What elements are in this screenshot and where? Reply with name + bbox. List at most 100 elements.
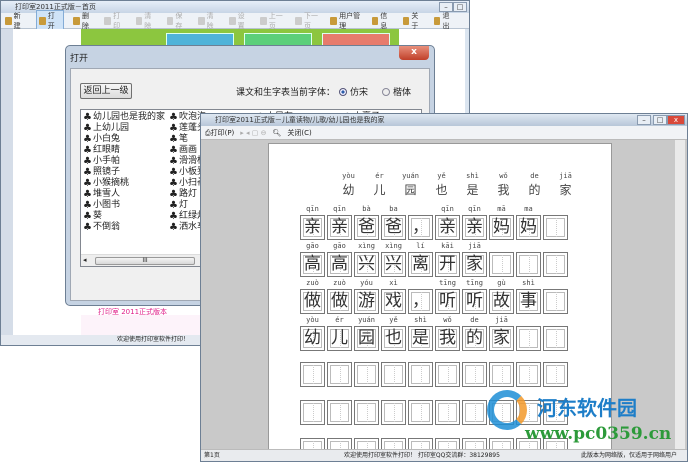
main-toolbar: 新 建 打 开 删 除 打 印 清 除 保 存 清 除 设 置 上一页 下一页 用户管理 信 息 关 于… [1,9,469,32]
empty-cell [543,362,568,387]
folder-club-icon: ♣ [83,200,92,211]
title-pinyin: yě [437,172,446,180]
folder-club-icon: ♣ [83,189,92,200]
list-item-label: 笔 [178,134,188,144]
list-item[interactable]: ♣ 堆雪人 [83,189,165,200]
erase-icon [197,16,205,25]
toolbar-button-0[interactable]: 新 建 [5,11,27,31]
title-char: 家 [559,183,572,197]
minimize-button[interactable]: – [637,115,651,125]
radio-unchecked-icon [382,87,391,96]
char-cell: 听 [435,289,460,314]
title-pinyin: de [530,172,539,180]
toolbar-button-10[interactable]: 用户管理 [330,11,362,31]
nav-icons[interactable]: ▸ ◂ ▢ ⊖ [240,129,266,137]
preview-status-bar: 第1页 欢迎使用打印室软件打印！ 打印室QQ交流群：38129895 此版本为网… [201,449,687,461]
char: 离 [412,254,429,274]
list-item[interactable]: ♣ 葵 [83,211,165,222]
title-char: 园 [404,183,417,197]
print-button[interactable]: ⎙打印(P) [205,128,234,138]
list-item[interactable]: ♣ 照镜子 [83,167,165,178]
pinyin: tīng [439,279,456,287]
char: 高 [304,254,321,274]
list-item[interactable]: ♣ 不倒翁 [83,222,165,233]
char: 爸 [358,217,375,237]
char: 园 [358,328,375,348]
char: 是 [412,328,429,348]
pinyin: gù [497,279,506,287]
maximize-button[interactable]: □ [653,115,667,125]
empty-cell [300,400,325,425]
status-center: 欢迎使用打印室软件打印！ 打印室QQ交流群：38129895 [344,452,500,459]
toolbar-button-12[interactable]: 关 于 [402,11,425,31]
folder-club-icon: ♣ [83,156,92,167]
new-icon [5,16,12,25]
empty-cell [408,400,433,425]
toolbar-label: 信 息 [380,11,388,30]
preview-toolbar: ⎙打印(P) ▸ ◂ ▢ ⊖ 🔍︎ 关闭(C) [201,126,687,140]
back-button[interactable]: 返回上一级 [80,83,132,99]
toolbar-button-8[interactable]: 上一页 [260,11,286,31]
toolbar-button-6[interactable]: 清 除 [197,11,220,31]
folder-club-icon: ♣ [83,145,92,156]
char-cell: 亲 [435,215,460,240]
toolbar-button-7[interactable]: 设 置 [228,11,251,31]
dialog-close-button[interactable]: x [399,46,429,60]
char-cell: 妈 [489,215,514,240]
toolbar-button-9[interactable]: 下一页 [295,11,321,31]
folder-club-icon: ♣ [83,211,92,222]
list-item-label: 照镜子 [92,167,120,177]
char-cell: 听 [462,289,487,314]
list-item[interactable]: ♣ 幼儿园也是我的家 [83,112,165,123]
list-item[interactable]: ♣ 小白兔 [83,134,165,145]
char-cell [543,326,568,351]
list-item[interactable]: ♣ 上幼儿园 [83,123,165,134]
radio-kaiti[interactable]: 楷体 [382,85,411,98]
pinyin: xìng [358,242,375,250]
title-pinyin: yòu [342,172,355,180]
char: ， [412,217,429,237]
close-preview-button[interactable]: 关闭(C) [287,128,311,138]
page-indicator: 第1页 [204,452,220,459]
char: 妈 [493,217,510,237]
list-item[interactable]: ♣ 小图书 [83,200,165,211]
toolbar-button-5[interactable]: 保 存 [166,11,189,31]
dialog-title: 打开 [70,54,89,64]
list-item-label: 上幼儿园 [92,123,129,133]
folder-club-icon: ♣ [169,189,178,200]
title-char: 我 [497,183,510,197]
list-item[interactable]: ♣ 小手帕 [83,156,165,167]
title-char: 幼 [342,183,355,197]
char: 游 [358,291,375,311]
toolbar-button-4[interactable]: 清 除 [135,11,158,31]
pinyin: qīn [468,205,481,213]
clear-icon [135,16,143,25]
prev-page-icon [260,16,267,25]
close-button[interactable]: x [667,115,685,125]
radio-fangsong[interactable]: 仿宋 [339,85,368,98]
scroll-left-icon[interactable]: ◂ [83,256,87,264]
logo-icon [487,390,527,430]
toolbar-button-2[interactable]: 删 除 [73,11,95,31]
empty-cell [381,400,406,425]
char: 兴 [358,254,375,274]
char-cell [543,215,568,240]
scroll-thumb[interactable]: III [95,257,195,265]
list-item[interactable]: ♣ 红眼睛 [83,145,165,156]
toolbar-button-11[interactable]: 信 息 [371,11,394,31]
char: 听 [466,291,483,311]
zoom-icon[interactable]: 🔍︎ [272,129,281,137]
folder-club-icon: ♣ [169,211,178,222]
pinyin: yě [389,316,398,324]
pinyin: ér [335,316,344,324]
char-cell: 幼 [300,326,325,351]
pinyin: qīn [306,205,319,213]
title-pinyin: jiā [559,172,572,180]
char-cell: 高 [300,252,325,277]
list-item[interactable]: ♣ 小猴摘桃 [83,178,165,189]
toolbar-button-3[interactable]: 打 印 [104,11,126,31]
title-char: 也 [435,183,448,197]
pinyin: yuán [358,316,375,324]
char: 事 [520,291,537,311]
toolbar-button-13[interactable]: 退 出 [433,11,456,31]
